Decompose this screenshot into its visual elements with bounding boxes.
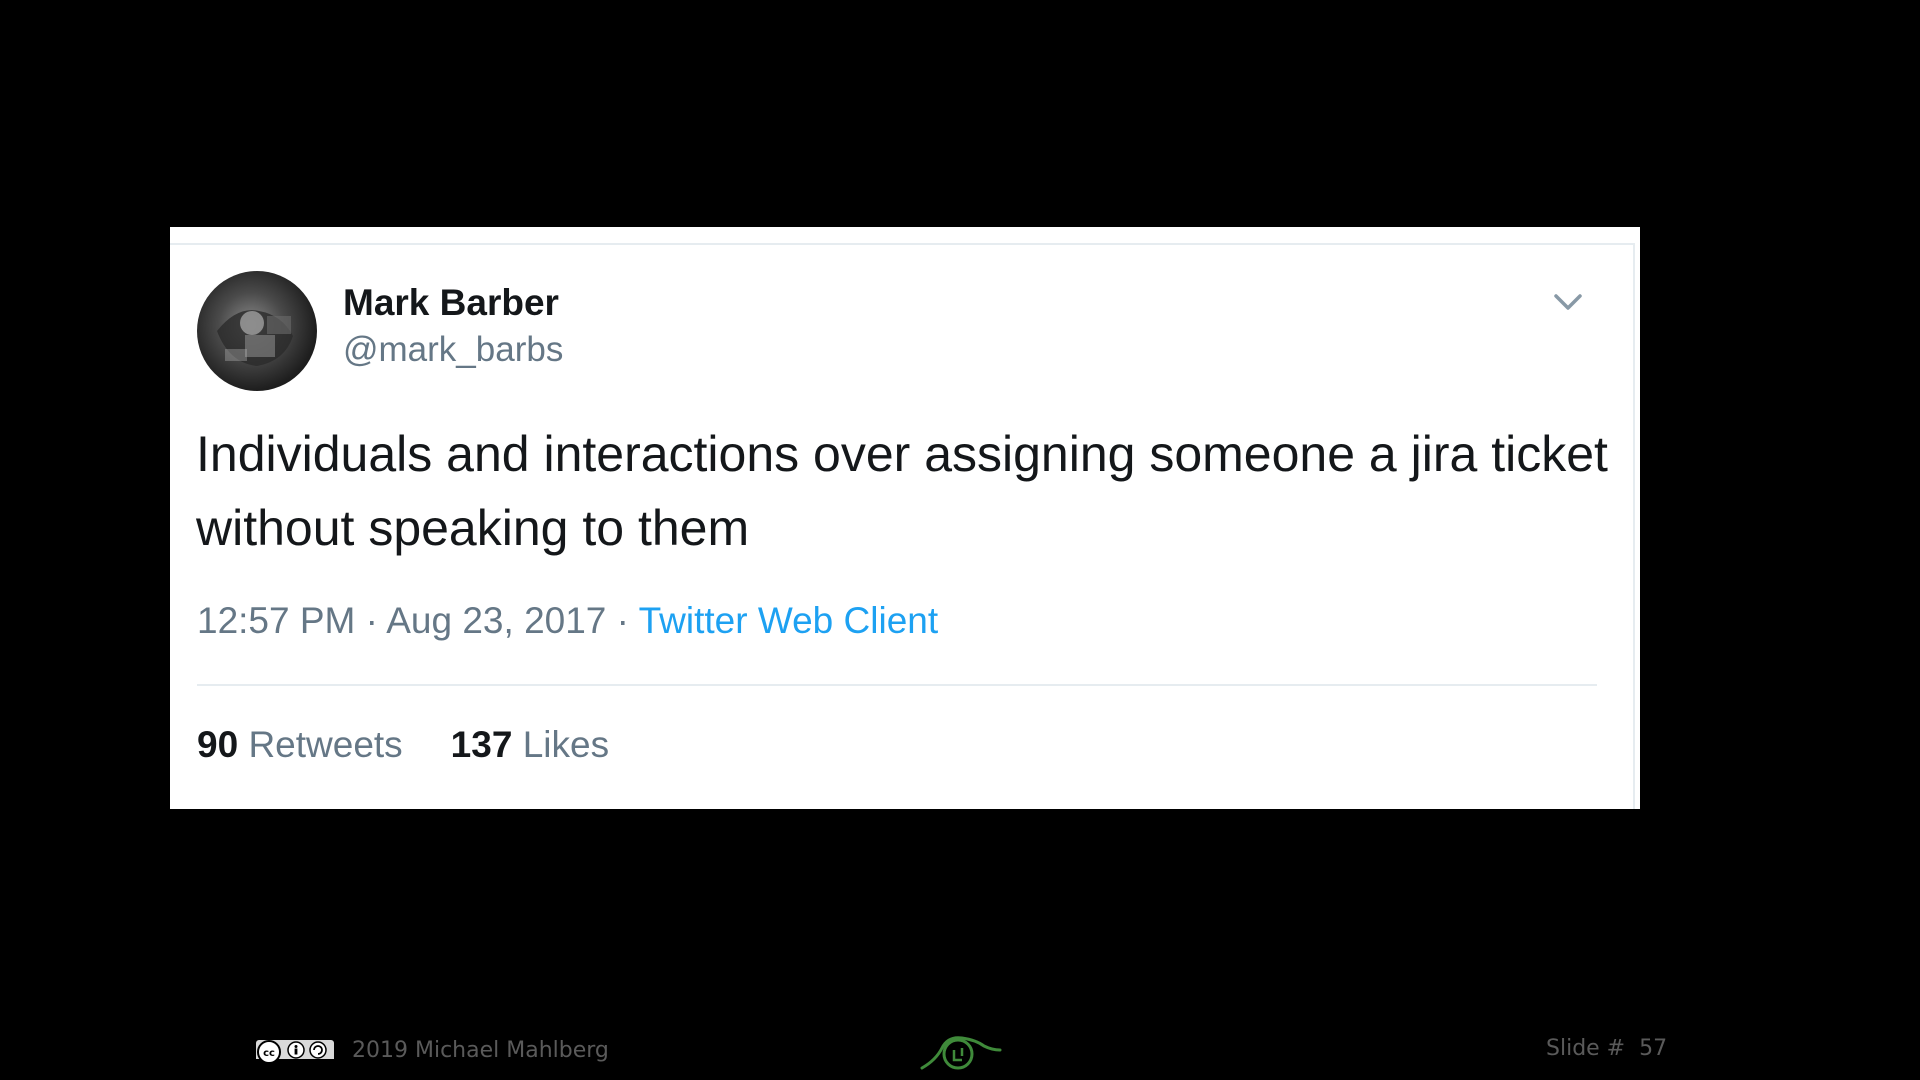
card-border-right [1633,243,1635,809]
footer-copyright: 2019 Michael Mahlberg [352,1038,609,1063]
author-name[interactable]: Mark Barber [343,282,559,324]
meta-separator: · [365,600,378,641]
slide-number: Slide # 57 [1546,1036,1667,1061]
slide-label: Slide # [1546,1036,1626,1061]
likes-count: 137 [450,724,513,765]
slide-number-value: 57 [1639,1036,1668,1061]
slide: Mark Barber @mark_barbs Individuals and … [0,0,1920,1080]
avatar[interactable] [197,271,317,391]
tweet-stats: 90 Retweets 137 Likes [197,724,609,766]
retweets-stat[interactable]: 90 Retweets [197,724,403,765]
tweet-meta: 12:57 PM · Aug 23, 2017 · Twitter Web Cl… [197,600,938,642]
cc-by-sa-icon: cc [256,1039,334,1067]
likes-label: Likes [522,724,610,765]
tweet-card: Mark Barber @mark_barbs Individuals and … [170,227,1640,809]
likes-stat[interactable]: 137 Likes [451,724,609,765]
author-handle[interactable]: @mark_barbs [343,330,563,370]
meta-separator: · [616,600,629,641]
divider [197,684,1597,686]
tweet-source-link[interactable]: Twitter Web Client [639,600,939,641]
svg-text:cc: cc [263,1048,275,1059]
company-logo-icon [918,1030,1002,1074]
retweets-count: 90 [197,724,239,765]
chevron-down-icon[interactable] [1548,287,1588,317]
retweets-label: Retweets [248,724,403,765]
card-border-top [170,243,1633,245]
tweet-date[interactable]: Aug 23, 2017 [386,600,606,641]
tweet-time[interactable]: 12:57 PM [197,600,355,641]
tweet-text: Individuals and interactions over assign… [196,426,1608,556]
